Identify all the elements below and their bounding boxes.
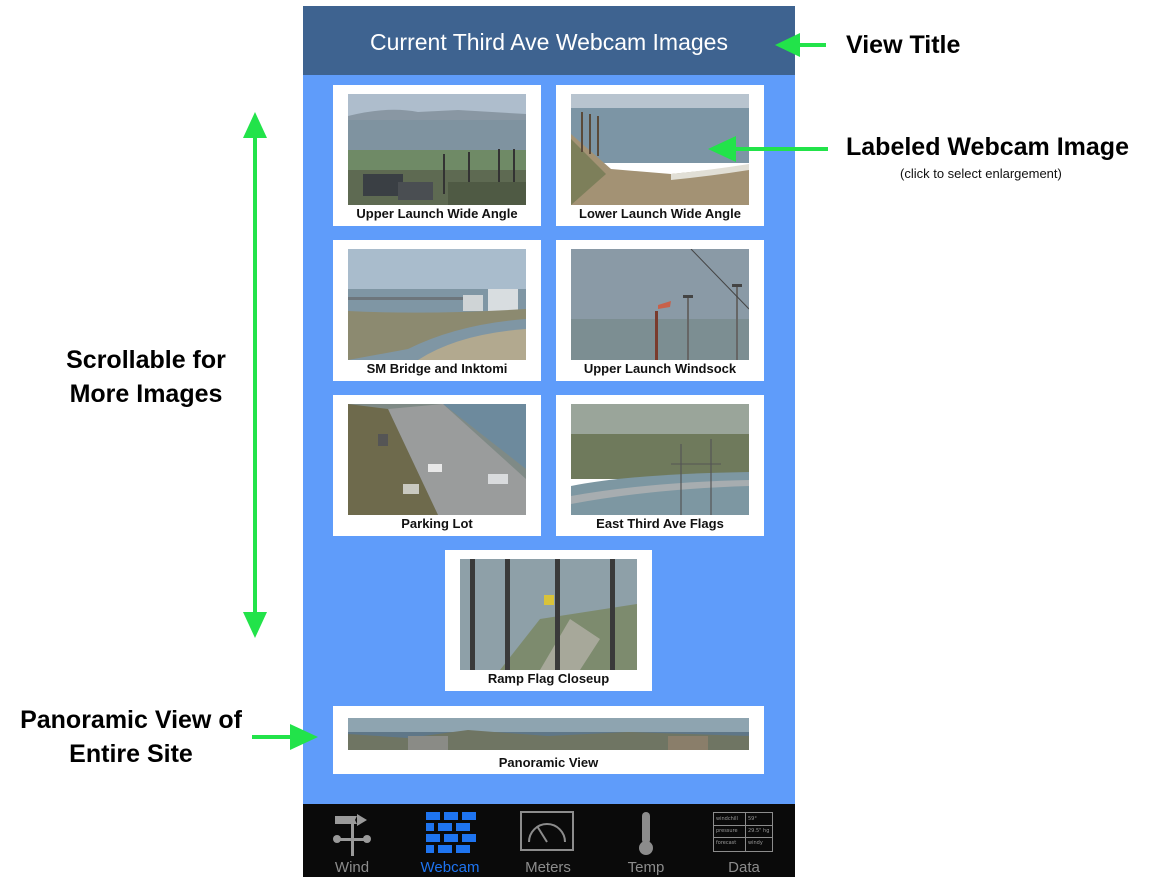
webcam-label: Upper Launch Windsock <box>583 361 737 376</box>
panoramic-image <box>348 718 749 750</box>
webcam-image <box>571 94 749 205</box>
webcam-label: Lower Launch Wide Angle <box>579 206 741 221</box>
webcam-image <box>571 404 749 515</box>
annotation-panoramic-line2: Entire Site <box>69 740 193 768</box>
annotation-panoramic-line1: Panoramic View of <box>20 706 242 734</box>
annotation-scrollable-line2: More Images <box>69 380 223 408</box>
webcam-image <box>460 559 637 670</box>
webcam-image <box>571 249 749 360</box>
phone-screen: Current Third Ave Webcam Images Upper La… <box>303 6 795 877</box>
webcam-image <box>348 404 526 515</box>
webcam-card-parking-lot[interactable]: Parking Lot <box>333 395 541 536</box>
annotation-labeled-image: Labeled Webcam Image <box>846 133 1129 161</box>
webcam-card-east-third-ave-flags[interactable]: East Third Ave Flags <box>556 395 764 536</box>
tab-label: Data <box>728 859 760 876</box>
data-icon-text: 59° <box>748 816 757 822</box>
webcam-card-ramp-flag-closeup[interactable]: Ramp Flag Closeup <box>445 550 652 691</box>
webcam-label: Parking Lot <box>401 516 473 531</box>
panoramic-view-card[interactable]: Panoramic View <box>333 706 764 774</box>
webcam-image <box>348 249 526 360</box>
tab-temp[interactable]: Temp <box>597 804 695 877</box>
data-table-icon: windchill 59° pressure 29.5" hg forecast… <box>713 812 773 852</box>
view-title: Current Third Ave Webcam Images <box>303 6 795 75</box>
annotation-view-title: View Title <box>846 31 961 59</box>
webcam-card-upper-launch-windsock[interactable]: Upper Launch Windsock <box>556 240 764 381</box>
tab-label: Meters <box>525 859 571 876</box>
tab-label: Temp <box>627 859 665 876</box>
tab-bar: Wind Webcam Meters Temp windchill 59° pr… <box>303 804 795 877</box>
webcam-label: Upper Launch Wide Angle <box>356 206 518 221</box>
webcam-label: Ramp Flag Closeup <box>487 671 610 686</box>
annotation-scrollable-line1: Scrollable for <box>66 346 226 374</box>
tab-data[interactable]: windchill 59° pressure 29.5" hg forecast… <box>695 804 793 877</box>
annotation-labeled-image-note: (click to select enlargement) <box>900 166 1062 181</box>
panoramic-label: Panoramic View <box>498 755 599 770</box>
webcam-card-lower-launch-wide-angle[interactable]: Lower Launch Wide Angle <box>556 85 764 226</box>
tab-webcam[interactable]: Webcam <box>401 804 499 877</box>
tab-wind[interactable]: Wind <box>303 804 401 877</box>
data-icon-text: 29.5" hg <box>748 828 770 834</box>
data-icon-text: windchill <box>716 816 738 822</box>
thermometer-icon <box>639 812 653 855</box>
webcam-card-sm-bridge-and-inktomi[interactable]: SM Bridge and Inktomi <box>333 240 541 381</box>
webcam-label: SM Bridge and Inktomi <box>366 361 508 376</box>
tab-label: Wind <box>334 859 370 876</box>
webcam-grid-icon <box>426 812 476 853</box>
data-icon-text: pressure <box>716 828 738 834</box>
meter-gauge-icon <box>520 811 574 851</box>
wind-vane-icon <box>333 814 371 856</box>
webcam-image <box>348 94 526 205</box>
webcam-label: East Third Ave Flags <box>596 516 724 531</box>
tab-label: Webcam <box>420 859 480 876</box>
data-icon-text: forecast <box>716 840 737 846</box>
data-icon-text: windy <box>748 840 763 846</box>
tab-meters[interactable]: Meters <box>499 804 597 877</box>
webcam-card-upper-launch-wide-angle[interactable]: Upper Launch Wide Angle <box>333 85 541 226</box>
